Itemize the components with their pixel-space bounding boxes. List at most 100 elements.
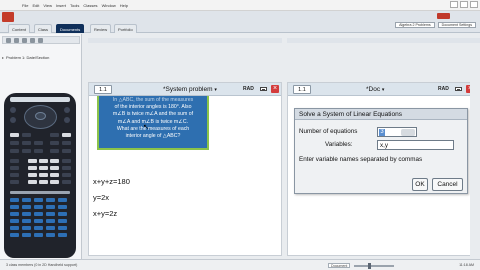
handheld-alpha-key[interactable] [34,226,43,230]
handheld-key[interactable] [10,173,19,177]
emulator-icon[interactable] [22,38,27,43]
handheld-touchpad-center[interactable] [35,112,46,120]
handheld-alpha-key[interactable] [46,198,55,202]
handheld-key[interactable] [62,141,71,145]
handheld-esc-key[interactable] [10,107,16,113]
utilities-icon[interactable] [30,38,35,43]
handheld-alpha-key[interactable] [10,212,19,216]
handheld-shift-key[interactable] [62,133,71,137]
handheld-key[interactable] [62,180,71,184]
handheld-alpha-key[interactable] [10,226,19,230]
handheld-alpha-key[interactable] [46,212,55,216]
handheld-alpha-key[interactable] [34,212,43,216]
handheld-alpha-key[interactable] [46,233,55,237]
handheld-numkey[interactable] [50,159,59,163]
handheld-alpha-key[interactable] [22,226,31,230]
handheld-alpha-key[interactable] [34,233,43,237]
menu-edit[interactable]: Edit [32,3,39,8]
handheld-key[interactable] [62,159,71,163]
handheld-numkey[interactable] [28,159,37,163]
handheld-numkey[interactable] [50,180,59,184]
pane1-title[interactable]: *System problem ▾ [163,85,217,95]
maximize-button[interactable] [460,1,468,8]
handheld-numkey[interactable] [39,173,48,177]
handheld-key[interactable] [10,159,19,163]
tab-portfolio[interactable]: Portfolio [114,24,137,33]
handheld-key[interactable] [10,166,19,170]
handheld-alpha-key[interactable] [46,226,55,230]
menu-insert[interactable]: Insert [56,3,66,8]
menu-window[interactable]: Window [102,3,116,8]
handheld-alpha-key[interactable] [10,219,19,223]
tab-class[interactable]: Class [34,24,53,33]
tab-review[interactable]: Review [90,24,112,33]
handheld-numkey[interactable] [39,180,48,184]
handheld-key[interactable] [34,149,43,153]
handheld-alpha-key[interactable] [34,219,43,223]
handheld-key[interactable] [22,149,31,153]
handheld-key[interactable] [62,173,71,177]
equation-1[interactable]: x+y+z=180 [93,177,130,186]
tab-content[interactable]: Content [8,24,31,33]
doc-pane[interactable]: 1.1 *Doc ▾ RAD × Solve a System of Linea… [287,82,477,256]
handheld-alpha-key[interactable] [10,205,19,209]
handheld-key[interactable] [50,133,59,137]
pane2-title[interactable]: *Doc ▾ [366,85,384,95]
handheld-key[interactable] [10,141,19,145]
right-scroll-rail[interactable] [470,43,480,258]
handheld-alpha-key[interactable] [34,198,43,202]
handheld-alpha-key[interactable] [46,205,55,209]
num-equations-value[interactable]: 3 [379,129,385,136]
minimize-button[interactable] [450,1,458,8]
spinner-icon[interactable] [401,129,415,136]
handheld-numkey[interactable] [28,173,37,177]
handheld-numkey[interactable] [50,173,59,177]
handheld-alpha-key[interactable] [58,233,67,237]
content-icon[interactable] [38,38,43,43]
menu-classes[interactable]: Classes [83,3,97,8]
close-icon[interactable]: × [271,85,279,93]
handheld-alpha-key[interactable] [22,198,31,202]
handheld-numkey[interactable] [50,166,59,170]
handheld-numkey[interactable] [39,159,48,163]
menu-file[interactable]: File [22,3,28,8]
document-selector[interactable]: Document [328,263,351,268]
handheld-menu-key[interactable] [64,117,70,123]
menu-help[interactable]: Help [120,3,128,8]
problem-statement-box[interactable]: In △ABC, the sum of the measures of the … [97,96,209,150]
handheld-alpha-key[interactable] [22,219,31,223]
handheld-emulator[interactable] [4,93,76,258]
handheld-home-key[interactable] [64,107,70,113]
handheld-alpha-key[interactable] [10,198,19,202]
handheld-alpha-key[interactable] [46,219,55,223]
ok-button[interactable]: OK [412,178,428,191]
tab-documents[interactable]: Documents [56,24,85,33]
cancel-button[interactable]: Cancel [432,178,463,191]
handheld-key[interactable] [34,141,43,145]
handheld-key[interactable] [22,133,31,137]
handheld-numkey[interactable] [39,166,48,170]
handheld-alpha-key[interactable] [22,212,31,216]
menu-view[interactable]: View [43,3,52,8]
handheld-key[interactable] [62,149,71,153]
system-problem-pane[interactable]: 1.1 *System problem ▾ RAD × In △ABC, the… [88,82,282,256]
handheld-alpha-key[interactable] [58,219,67,223]
handheld-key[interactable] [50,141,59,145]
close-window-button[interactable] [470,1,478,8]
handheld-alpha-key[interactable] [58,205,67,209]
handheld-key[interactable] [10,149,19,153]
num-equations-stepper[interactable]: 3 [377,127,417,137]
equation-2[interactable]: y=2x [93,193,109,202]
handheld-alpha-key[interactable] [10,233,19,237]
document-dropdown[interactable]: Algebra 2 Problems [395,22,435,28]
page-sorter-icon[interactable] [6,38,11,43]
handheld-ctrl-key[interactable] [10,133,19,137]
zoom-slider[interactable] [354,262,395,269]
handheld-alpha-key[interactable] [58,212,67,216]
handheld-alpha-key[interactable] [58,198,67,202]
handheld-alpha-key[interactable] [22,205,31,209]
page-tab-1-1[interactable]: 1.1 [293,85,311,94]
handheld-tab-key[interactable] [10,117,16,123]
tools-icon[interactable] [14,38,19,43]
handheld-numkey[interactable] [28,180,37,184]
